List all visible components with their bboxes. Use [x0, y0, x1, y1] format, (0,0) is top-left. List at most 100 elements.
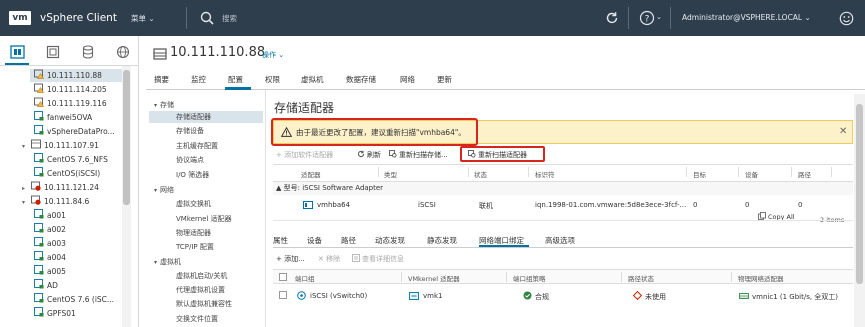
nav-item-storage-devices[interactable]: 存储设备 [176, 125, 264, 137]
tab-datastores[interactable]: 数据存储 [346, 74, 376, 85]
menu-button[interactable]: 菜单 ⌄ [131, 13, 155, 24]
column-header-targets[interactable]: 目标 [693, 169, 706, 179]
remove-binding-button[interactable]: ✕ 移除 [318, 254, 340, 264]
column-header-devices[interactable]: 设备 [745, 169, 758, 179]
column-divider[interactable] [468, 167, 469, 177]
column-header-identifier[interactable]: 标识符 [535, 169, 555, 179]
tree-item[interactable]: a001 [34, 209, 66, 222]
tree-item[interactable]: 10.111.110.88 [30, 69, 122, 82]
scrollbar-thumb[interactable] [856, 104, 863, 284]
tree-item[interactable]: ▾ 10.111.107.91 [22, 139, 99, 152]
nav-section-networking[interactable]: ▾ 网络 [154, 185, 174, 195]
refresh-icon[interactable] [605, 11, 619, 27]
column-divider[interactable] [621, 272, 622, 282]
table-row[interactable]: iSCSI (vSwitch0) vmk1 合规 未使用 vmnic1 (1 G… [273, 288, 853, 304]
nav-item-vm-startup[interactable]: 虚拟机启动/关机 [176, 270, 264, 282]
scrollbar-thumb[interactable] [123, 70, 130, 205]
caret-right-icon[interactable]: ▸ [22, 182, 31, 195]
tree-item[interactable]: AD [34, 279, 58, 292]
tree-item[interactable]: CentOS 7.6_NFS [34, 153, 108, 166]
tab-configure[interactable]: 配置 [228, 74, 243, 85]
vms-templates-icon[interactable] [46, 45, 60, 61]
column-divider[interactable] [401, 272, 402, 282]
tab-networks[interactable]: 网络 [400, 74, 415, 85]
user-menu[interactable]: Administrator@VSPHERE.LOCAL ⌄ [682, 13, 811, 22]
group-row-iscsi[interactable]: ▲ 型号: iSCSI Software Adapter [273, 182, 853, 195]
add-software-adapter-button[interactable]: + 添加软件适配器 [276, 150, 333, 160]
tab-properties[interactable]: 属性 [273, 235, 288, 246]
nav-item-storage-adapters[interactable]: 存储适配器 [149, 111, 263, 123]
actions-menu[interactable]: 操作 ⌄ [262, 50, 284, 60]
column-divider[interactable] [731, 272, 732, 282]
caret-down-icon[interactable]: ▾ [22, 196, 31, 209]
search-icon[interactable] [200, 11, 214, 27]
nav-item-io-filters[interactable]: I/O 筛选器 [176, 169, 264, 181]
cell-port-group[interactable]: iSCSI (vSwitch0) [310, 292, 367, 300]
column-header-vmkernel[interactable]: VMkernel 适配器 [408, 273, 460, 283]
tree-item[interactable]: a002 [34, 223, 66, 236]
column-header-paths[interactable]: 路径 [798, 169, 811, 179]
networking-icon[interactable] [116, 45, 130, 61]
panel-divider[interactable] [138, 36, 139, 327]
refresh-button[interactable]: 刷新 [357, 150, 381, 160]
tab-static-discovery[interactable]: 静态发现 [427, 235, 457, 246]
tree-scrollbar[interactable] [122, 66, 131, 327]
column-divider[interactable] [686, 167, 687, 177]
help-caret[interactable]: ⌄ [656, 13, 662, 21]
hosts-clusters-icon[interactable] [10, 45, 25, 61]
column-divider[interactable] [378, 167, 379, 177]
column-header-physical-adapter[interactable]: 物理网络适配器 [738, 273, 784, 283]
nav-item-host-cache[interactable]: 主机缓存配置 [176, 140, 264, 152]
content-scrollbar[interactable] [854, 94, 865, 327]
tab-summary[interactable]: 摘要 [154, 74, 169, 85]
add-binding-button[interactable]: + 添加... [276, 254, 305, 264]
caret-down-icon[interactable]: ▾ [22, 140, 31, 153]
tree-item[interactable]: a004 [34, 251, 66, 264]
tree-item[interactable]: CentOS 7.6 (iSC... [34, 293, 114, 306]
rescan-storage-button[interactable]: 重新扫描存储... [389, 150, 448, 160]
column-divider[interactable] [831, 167, 832, 177]
column-header-type[interactable]: 类型 [384, 169, 397, 179]
column-header-path-status[interactable]: 路径状态 [628, 273, 654, 283]
cell-vmkernel[interactable]: vmk1 [423, 292, 442, 300]
tree-item[interactable]: fanwei5OVA [34, 111, 92, 124]
tree-item[interactable]: a003 [34, 237, 66, 250]
tab-vms[interactable]: 虚拟机 [301, 74, 324, 85]
column-header-policy[interactable]: 端口组策略 [513, 273, 546, 283]
nav-item-virtual-switches[interactable]: 虚拟交换机 [176, 198, 264, 210]
nav-item-tcpip[interactable]: TCP/IP 配置 [176, 241, 264, 253]
nav-item-default-compat[interactable]: 默认虚拟机兼容性 [176, 298, 264, 310]
column-header-adapter[interactable]: 适配器 [301, 169, 321, 179]
tree-item[interactable]: vSphereDataPro... [34, 125, 115, 138]
column-header-status[interactable]: 状态 [474, 169, 487, 179]
tab-advanced-options[interactable]: 高级选项 [545, 235, 575, 246]
help-icon[interactable]: ? [639, 10, 655, 28]
close-icon[interactable]: ✕ [839, 126, 847, 137]
column-divider[interactable] [791, 167, 792, 177]
tab-permissions[interactable]: 权限 [265, 74, 280, 85]
row-checkbox[interactable] [279, 291, 287, 299]
tab-paths[interactable]: 路径 [341, 235, 356, 246]
tree-item[interactable]: 10.111.119.116 [34, 97, 107, 110]
nav-item-agent-vm[interactable]: 代理虚拟机设置 [176, 284, 264, 296]
nav-section-vms[interactable]: ▾ 虚拟机 [154, 257, 181, 267]
app-title[interactable]: vSphere Client [40, 12, 117, 24]
column-divider[interactable] [528, 167, 529, 177]
nav-item-protocol-endpoints[interactable]: 协议端点 [176, 154, 264, 166]
column-divider[interactable] [738, 167, 739, 177]
feedback-smile-icon[interactable] [839, 11, 854, 28]
tab-updates[interactable]: 更新 [437, 74, 452, 85]
view-details-button[interactable]: 查看详细信息 [352, 254, 404, 264]
tree-item[interactable]: ▸ 10.111.121.24 [22, 181, 99, 194]
tree-item[interactable]: a005 [34, 265, 66, 278]
column-divider[interactable] [506, 272, 507, 282]
search-input[interactable]: 搜索 [222, 13, 237, 24]
column-header-port-group[interactable]: 端口组 [295, 273, 315, 283]
tab-dynamic-discovery[interactable]: 动态发现 [375, 235, 405, 246]
tree-item[interactable]: GPFS01 [34, 307, 76, 320]
storage-icon[interactable] [82, 45, 94, 61]
nav-item-swap-location[interactable]: 交换文件位置 [176, 313, 264, 325]
select-all-checkbox[interactable] [279, 273, 287, 281]
tab-devices[interactable]: 设备 [307, 235, 322, 246]
nav-item-physical-adapters[interactable]: 物理适配器 [176, 227, 264, 239]
